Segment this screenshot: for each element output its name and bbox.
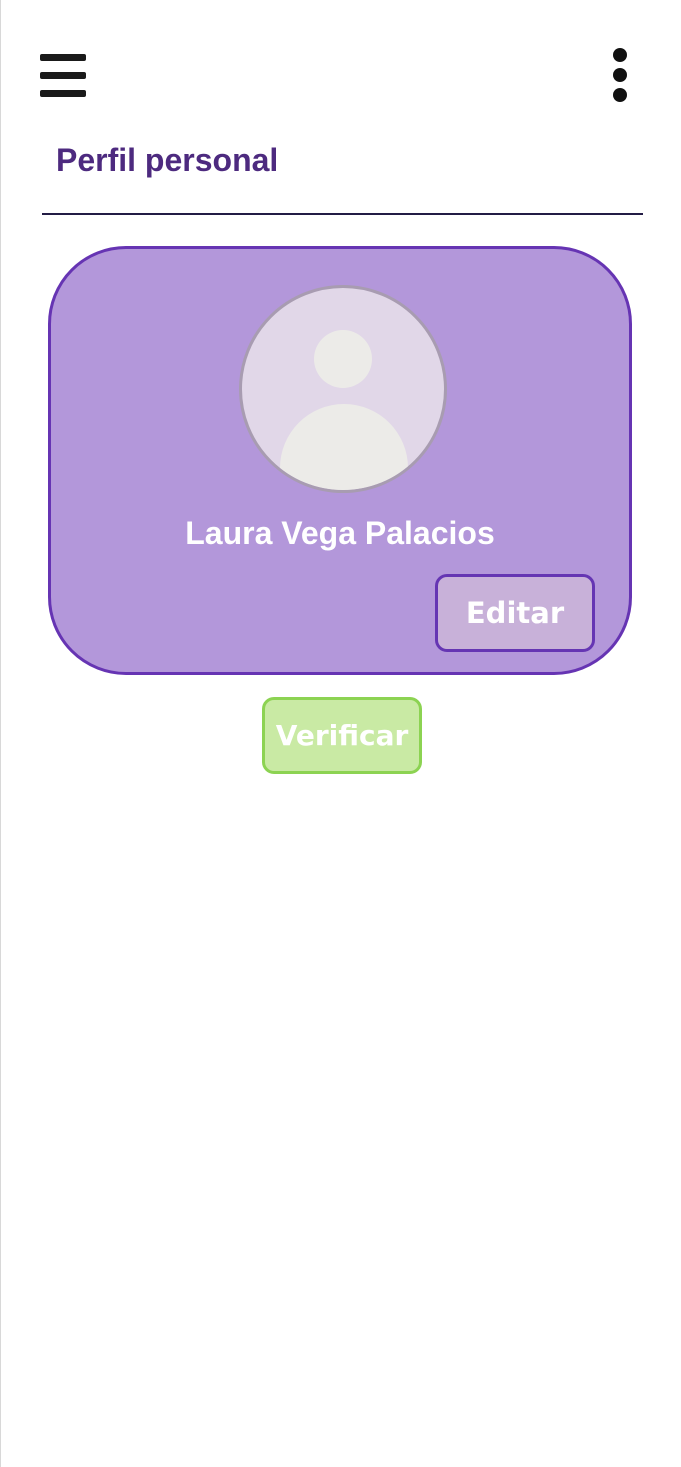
edit-button[interactable]: Editar xyxy=(435,574,595,652)
verify-button[interactable]: Verificar xyxy=(262,697,422,774)
more-vertical-icon[interactable] xyxy=(606,48,634,104)
more-dot xyxy=(613,48,627,62)
menu-bar xyxy=(40,72,86,79)
hamburger-menu-icon[interactable] xyxy=(40,54,86,98)
user-name: Laura Vega Palacios xyxy=(185,515,495,551)
screen-edge xyxy=(0,0,1,1467)
title-divider xyxy=(42,213,643,215)
default-user-avatar-icon xyxy=(239,285,447,493)
more-dot xyxy=(613,88,627,102)
page-title: Perfil personal xyxy=(56,142,279,178)
avatar-body xyxy=(280,404,408,490)
menu-bar xyxy=(40,54,86,61)
avatar-head xyxy=(314,330,372,388)
profile-card: Laura Vega Palacios Editar xyxy=(48,246,632,675)
more-dot xyxy=(613,68,627,82)
menu-bar xyxy=(40,90,86,97)
